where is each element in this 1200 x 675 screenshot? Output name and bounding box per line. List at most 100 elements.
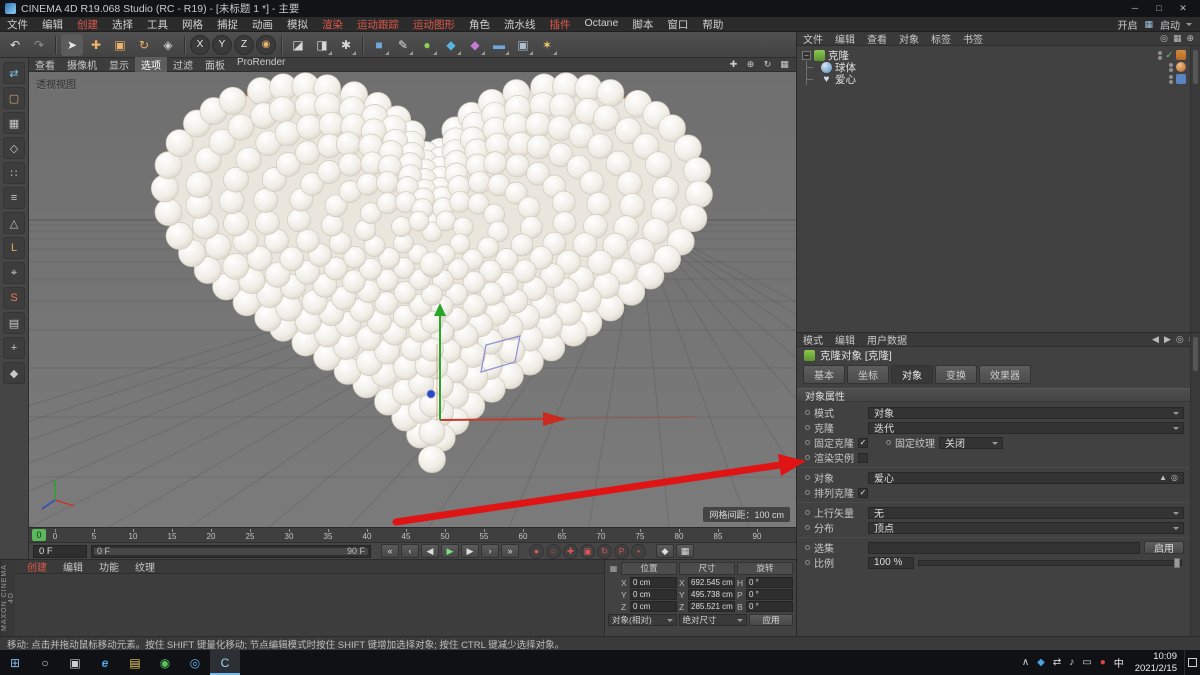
layout-grid-icon[interactable]: ▦ (1144, 19, 1153, 30)
add-deformer-icon[interactable]: ◆ (464, 34, 486, 56)
next-key-button[interactable]: › (481, 544, 499, 558)
menu-网格[interactable]: 网格 (175, 17, 210, 32)
viewport-menu-摄像机[interactable]: 摄像机 (61, 57, 103, 72)
om-filter-icon[interactable]: ▦ (1173, 33, 1182, 44)
mograph-tag-icon[interactable] (1176, 50, 1186, 60)
add-light-icon[interactable]: ✶ (536, 34, 558, 56)
defender-icon[interactable]: ◆ (1037, 657, 1045, 668)
menu-角色[interactable]: 角色 (462, 17, 497, 32)
object-manager-menu-书签[interactable]: 书签 (957, 31, 989, 46)
attribute-menu-编辑[interactable]: 编辑 (829, 332, 861, 347)
render-settings-icon[interactable]: ✱ (335, 34, 357, 56)
render-view-icon[interactable]: ◪ (287, 34, 309, 56)
menu-模拟[interactable]: 模拟 (280, 17, 315, 32)
object-manager-menu-标签[interactable]: 标签 (925, 31, 957, 46)
对象-link-field[interactable]: 爱心▲◎ (868, 472, 1184, 484)
polygons-mode-icon[interactable]: △ (3, 212, 25, 234)
coord-位置-Y-field[interactable]: 0 cm (630, 589, 677, 600)
上行矢量-dropdown[interactable]: 无 (868, 507, 1184, 519)
move-tool-icon[interactable]: ✚ (85, 34, 107, 56)
goto-end-button[interactable]: » (501, 544, 519, 558)
menu-插件[interactable]: 插件 (543, 17, 578, 32)
anim-dot-icon[interactable] (805, 410, 810, 415)
menu-捕捉[interactable]: 捕捉 (210, 17, 245, 32)
add-spline-icon[interactable]: ✎ (392, 34, 414, 56)
wechat[interactable]: ◉ (150, 650, 180, 675)
anim-dot-icon[interactable] (805, 490, 810, 495)
notification-center-button[interactable] (1184, 650, 1200, 675)
viewport-menu-过滤[interactable]: 过滤 (167, 57, 199, 72)
axis-center-icon[interactable]: ⌖ (3, 262, 25, 284)
timeline-playhead[interactable]: 0 (32, 529, 46, 541)
ruler-tick-50[interactable]: 50 (437, 529, 453, 541)
taskbar-clock[interactable]: 10:09 2021/2/15 (1128, 651, 1184, 674)
pick-object-icon[interactable]: ▲ (1159, 473, 1167, 482)
next-frame-button[interactable]: ▶ (461, 544, 479, 558)
material-list-area[interactable] (15, 574, 604, 636)
am-forward-icon[interactable]: ▶ (1164, 334, 1171, 345)
ime-icon[interactable]: 中 (1114, 655, 1124, 670)
menu-工具[interactable]: 工具 (140, 17, 175, 32)
object-row-爱心[interactable]: ♥爱心 (797, 73, 1200, 85)
timeline-ruler[interactable]: 0 051015202530354045505560657075808590 (29, 527, 796, 542)
expand-toggle[interactable]: − (802, 51, 811, 60)
克隆-dropdown[interactable]: 迭代 (868, 422, 1184, 434)
visibility-toggles[interactable] (1169, 63, 1173, 72)
add-scene-object-icon[interactable]: ▬ (488, 34, 510, 56)
模式-dropdown[interactable]: 对象 (868, 407, 1184, 419)
coord-尺寸-Z-field[interactable]: 285.521 cm (688, 601, 735, 612)
add-cube-icon[interactable]: ■ (368, 34, 390, 56)
scale-tool-icon[interactable]: ▣ (109, 34, 131, 56)
ruler-tick-45[interactable]: 45 (398, 529, 414, 541)
anim-dot-icon[interactable] (805, 440, 810, 445)
tab-变换[interactable]: 变换 (935, 365, 977, 384)
tab-效果器[interactable]: 效果器 (979, 365, 1031, 384)
apply-button[interactable]: 应用 (749, 614, 793, 626)
cinema4d[interactable]: C (210, 650, 240, 675)
object-manager-menu-查看[interactable]: 查看 (861, 31, 893, 46)
menu-文件[interactable]: 文件 (0, 17, 35, 32)
ruler-tick-35[interactable]: 35 (320, 529, 336, 541)
coord-旋转-P-field[interactable]: 0 ° (746, 589, 793, 600)
layout-left-button[interactable]: 开启 (1117, 17, 1137, 32)
lock-z-axis-icon[interactable]: Z (234, 35, 254, 55)
viewport-menu-ProRender[interactable]: ProRender (231, 57, 291, 72)
object-manager-scrollbar[interactable] (1190, 46, 1200, 332)
minimize-button[interactable]: ─ (1123, 3, 1147, 14)
menu-窗口[interactable]: 窗口 (660, 17, 695, 32)
toggle-views-icon[interactable]: ▦ (778, 59, 791, 70)
material-menu-功能[interactable]: 功能 (91, 559, 127, 574)
ruler-tick-60[interactable]: 60 (515, 529, 531, 541)
ruler-tick-10[interactable]: 10 (125, 529, 141, 541)
prev-frame-button[interactable]: ◀ (421, 544, 439, 558)
ruler-tick-65[interactable]: 65 (554, 529, 570, 541)
ruler-tick-5[interactable]: 5 (86, 529, 102, 541)
usb-icon[interactable]: ⇄ (1053, 657, 1061, 668)
排列克隆-checkbox[interactable]: ✓ (858, 488, 868, 498)
menu-渲染[interactable]: 渲染 (315, 17, 350, 32)
attributes-scrollbar[interactable] (1190, 333, 1200, 636)
workplane-mode-icon[interactable]: ◇ (3, 137, 25, 159)
record-rotation-button[interactable]: ↻ (597, 544, 612, 559)
ruler-tick-85[interactable]: 85 (710, 529, 726, 541)
menu-运动跟踪[interactable]: 运动跟踪 (350, 17, 406, 32)
anim-dot-icon[interactable] (805, 545, 810, 550)
lock-x-axis-icon[interactable]: X (190, 35, 210, 55)
am-find-icon[interactable]: ◎ (1176, 334, 1184, 345)
pan-view-icon[interactable]: ✚ (727, 59, 740, 70)
enable-axis-icon[interactable]: L (3, 237, 25, 259)
phong-tag-icon[interactable] (1176, 62, 1186, 72)
record-position-button[interactable]: ✚ (563, 544, 578, 559)
timeline-options-button[interactable]: ▦ (676, 544, 694, 558)
menu-动画[interactable]: 动画 (245, 17, 280, 32)
coordinate-system-icon[interactable]: ◉ (256, 35, 276, 55)
object-manager-menu-编辑[interactable]: 编辑 (829, 31, 861, 46)
lock-y-axis-icon[interactable]: Y (212, 35, 232, 55)
redo-icon[interactable]: ↷ (28, 34, 50, 56)
points-mode-icon[interactable]: ∷ (3, 162, 25, 184)
coord-位置-Z-field[interactable]: 0 cm (630, 601, 677, 612)
anim-dot-icon[interactable] (805, 475, 810, 480)
edges-mode-icon[interactable]: ≡ (3, 187, 25, 209)
menu-选择[interactable]: 选择 (105, 17, 140, 32)
coord-旋转-B-field[interactable]: 0 ° (746, 601, 793, 612)
